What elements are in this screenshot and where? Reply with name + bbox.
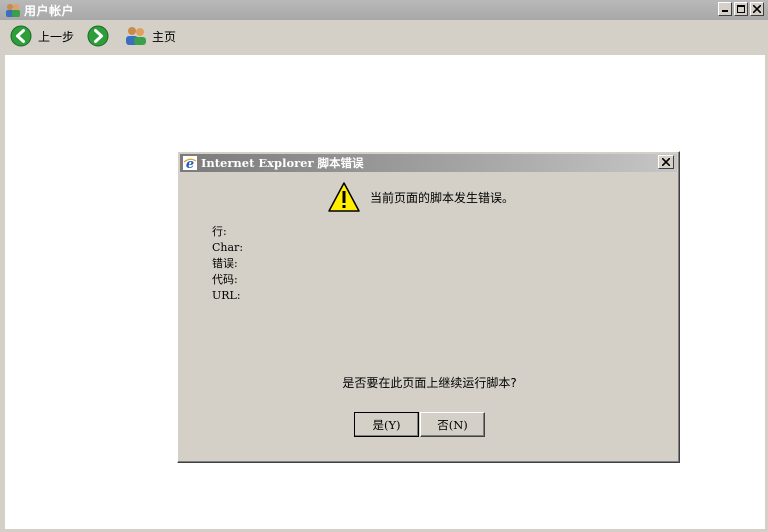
dialog-close-button[interactable] [658, 155, 674, 169]
field-line: 行: [212, 225, 227, 238]
dialog-title: Internet Explorer 脚本错误 [201, 156, 364, 170]
caption-buttons [718, 2, 764, 16]
maximize-button[interactable] [734, 2, 748, 16]
home-button[interactable]: 主页 [125, 26, 176, 46]
field-url: URL: [212, 289, 241, 302]
user-accounts-home-icon [126, 27, 147, 45]
internet-explorer-icon: e [183, 156, 197, 170]
forward-arrow-icon [87, 25, 109, 47]
field-char: Char: [212, 241, 244, 254]
continue-question: 是否要在此页面上继续运行脚本? [342, 376, 517, 390]
forward-button[interactable] [87, 25, 109, 47]
field-error: 错误: [212, 257, 238, 270]
yes-button[interactable]: 是(Y) [354, 412, 419, 437]
error-details: 行: Char: 错误: 代码: URL: [212, 224, 243, 304]
minimize-button[interactable] [718, 2, 732, 16]
script-error-dialog: e Internet Explorer 脚本错误 当前页面的脚本发生错误。 行:… [177, 151, 680, 463]
window-title: 用户帐户 [24, 3, 75, 18]
dialog-titlebar[interactable]: e Internet Explorer 脚本错误 [180, 154, 677, 172]
no-button[interactable]: 否(N) [420, 412, 485, 437]
toolbar: 上一步 主页 [0, 20, 768, 52]
close-button[interactable] [750, 2, 764, 16]
warning-icon [328, 182, 360, 212]
back-arrow-icon [10, 25, 32, 47]
close-icon [662, 158, 670, 166]
dialog-buttons: 是(Y) 否(N) [354, 412, 485, 437]
user-accounts-icon [6, 4, 20, 17]
error-message: 当前页面的脚本发生错误。 [370, 191, 515, 205]
field-code: 代码: [212, 273, 238, 286]
window-titlebar[interactable]: 用户帐户 [0, 0, 768, 20]
close-icon [753, 5, 761, 13]
home-label: 主页 [152, 29, 177, 44]
back-button[interactable]: 上一步 [10, 25, 74, 47]
back-label: 上一步 [38, 29, 75, 44]
